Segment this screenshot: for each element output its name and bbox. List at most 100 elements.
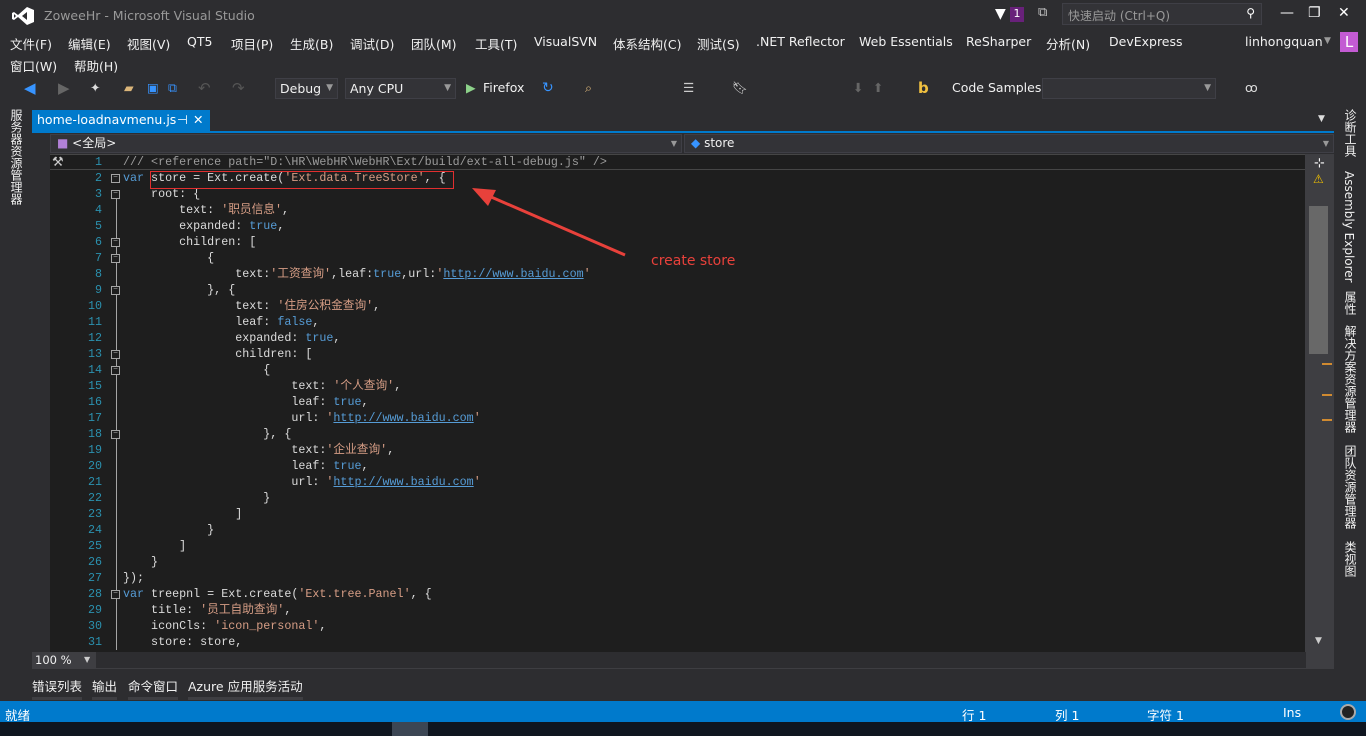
menu-edit[interactable]: 编辑(E) [68, 34, 111, 53]
code-line[interactable]: 27}); [50, 570, 1305, 586]
code-line[interactable]: 30 iconCls: 'icon_personal', [50, 618, 1305, 634]
code-line[interactable]: 17 url: 'http://www.baidu.com' [50, 410, 1305, 426]
close-button[interactable]: ✕ [1338, 5, 1350, 21]
menu-qt5[interactable]: QT5 [187, 34, 212, 49]
code-line[interactable]: 20 leaf: true, [50, 458, 1305, 474]
horizontal-scrollbar[interactable] [96, 652, 1306, 668]
code-line[interactable]: 6− children: [ [50, 234, 1305, 250]
document-tab[interactable]: home-loadnavmenu.js ⊣ ✕ [32, 110, 210, 131]
refresh-icon[interactable]: ↻ [542, 77, 554, 99]
collapse-icon[interactable]: − [111, 350, 120, 359]
tab-diagnostic-tools[interactable]: 诊断工具 [1342, 109, 1359, 157]
code-line[interactable]: 24 } [50, 522, 1305, 538]
warning-icon[interactable]: ⚠ [1313, 172, 1324, 186]
tab-properties[interactable]: 属性 [1342, 291, 1359, 315]
code-line[interactable]: 18− }, { [50, 426, 1305, 442]
tab-solution-explorer[interactable]: 解决方案资源管理器 [1342, 325, 1359, 433]
code-line[interactable]: 19 text:'企业查询', [50, 442, 1305, 458]
code-line[interactable]: 10 text: '住房公积金查询', [50, 298, 1305, 314]
notification-badge[interactable]: 1 [1010, 7, 1024, 22]
collapse-icon[interactable]: − [111, 590, 120, 599]
code-samples-input[interactable]: ▼ [1042, 78, 1216, 99]
collapse-icon[interactable]: − [111, 430, 120, 439]
code-line[interactable]: 21 url: 'http://www.baidu.com' [50, 474, 1305, 490]
menu-team[interactable]: 团队(M) [411, 34, 457, 53]
menu-file[interactable]: 文件(F) [10, 34, 52, 53]
menu-window[interactable]: 窗口(W) [10, 56, 57, 75]
menu-view[interactable]: 视图(V) [127, 34, 170, 53]
collapse-icon[interactable]: − [111, 366, 120, 375]
minimize-button[interactable]: — [1280, 5, 1294, 21]
menu-visualsvn[interactable]: VisualSVN [534, 34, 597, 49]
code-line[interactable]: 31 store: store, [50, 634, 1305, 650]
scrollbar-thumb[interactable] [1309, 206, 1328, 354]
code-line[interactable]: 1 /// <reference path="D:\HR\WebHR\WebHR\… [50, 154, 1305, 170]
menu-project[interactable]: 项目(P) [231, 34, 273, 53]
code-line[interactable]: 14− { [50, 362, 1305, 378]
code-line[interactable]: 5 expanded: true, [50, 218, 1305, 234]
menu-build[interactable]: 生成(B) [290, 34, 333, 53]
code-line[interactable]: 12 expanded: true, [50, 330, 1305, 346]
redo-icon[interactable]: ↷ [232, 77, 245, 99]
menu-web-essentials[interactable]: Web Essentials [859, 34, 953, 49]
close-icon[interactable]: ✕ [193, 112, 203, 127]
tab-overflow-icon[interactable]: ▼ [1318, 114, 1325, 124]
menu-resharper[interactable]: ReSharper [966, 34, 1031, 49]
zoom-level[interactable]: 100 % [35, 653, 72, 667]
code-line[interactable]: 13− children: [ [50, 346, 1305, 362]
search-icon[interactable]: ⚲ [1246, 6, 1255, 20]
server-explorer-tab[interactable]: 服务器资源管理器 [8, 109, 25, 205]
new-project-icon[interactable]: ✦ [90, 77, 100, 99]
bookmark-icon[interactable]: 🔖︎ [732, 77, 748, 99]
forward-icon[interactable]: ▶ [58, 77, 70, 99]
menu-help[interactable]: 帮助(H) [74, 56, 118, 75]
binoculars-icon[interactable]: ꝏ [1245, 77, 1258, 99]
code-line[interactable]: 22 } [50, 490, 1305, 506]
play-icon[interactable]: ▶ [466, 77, 476, 99]
tab-assembly-explorer[interactable]: Assembly Explorer [1342, 171, 1356, 283]
tab-output[interactable]: 输出 [92, 676, 118, 700]
collapse-icon[interactable]: − [111, 254, 120, 263]
user-dropdown-icon[interactable]: ▼ [1324, 36, 1331, 46]
run-target-button[interactable]: Firefox [483, 77, 524, 99]
code-line[interactable]: 25 ] [50, 538, 1305, 554]
scope-dropdown[interactable]: ■ <全局> ▼ [50, 134, 682, 153]
taskbar-item[interactable] [392, 722, 428, 736]
feedback-icon[interactable]: ⧉ [1038, 5, 1047, 20]
user-name[interactable]: linhongquan [1245, 34, 1323, 49]
open-file-icon[interactable]: ▰ [124, 77, 134, 99]
code-line[interactable]: 15 text: '个人查询', [50, 378, 1305, 394]
scroll-down-icon[interactable]: ▼ [1315, 636, 1322, 646]
code-line[interactable]: 23 ] [50, 506, 1305, 522]
undo-icon[interactable]: ↶ [198, 77, 211, 99]
menu-net-reflector[interactable]: .NET Reflector [756, 34, 845, 49]
chevron-down-icon[interactable]: ▼ [84, 655, 90, 664]
member-dropdown[interactable]: ◆ store ▼ [684, 134, 1334, 153]
arrow-down-icon[interactable]: ⬇ [853, 77, 863, 99]
split-icon[interactable]: ⊹ [1314, 156, 1325, 171]
bing-icon[interactable]: b [918, 77, 929, 99]
tab-command-window[interactable]: 命令窗口 [128, 676, 179, 700]
vertical-scrollbar[interactable]: ⊹ ⚠ ▼ [1305, 154, 1334, 652]
code-line[interactable]: 28− var treepnl = Ext.create('Ext.tree.Pa… [50, 586, 1305, 602]
tab-team-explorer[interactable]: 团队资源管理器 [1342, 445, 1359, 529]
configuration-select[interactable]: Debug ▼ [275, 78, 338, 99]
tab-error-list[interactable]: 错误列表 [32, 676, 83, 700]
tab-class-view[interactable]: 类视图 [1342, 541, 1359, 577]
filter-icon[interactable]: ▼ [995, 6, 1006, 22]
comment-icon[interactable]: ☰ [683, 77, 694, 99]
menu-tools[interactable]: 工具(T) [475, 34, 517, 53]
collapse-icon[interactable]: − [111, 286, 120, 295]
quick-launch-input[interactable]: 快速启动 (Ctrl+Q) ⚲ [1062, 3, 1262, 25]
menu-test[interactable]: 测试(S) [697, 34, 740, 53]
arrow-up-icon[interactable]: ⬆ [873, 77, 883, 99]
restore-button[interactable]: ❐ [1308, 5, 1321, 21]
collapse-icon[interactable]: − [111, 190, 120, 199]
code-line[interactable]: 16 leaf: true, [50, 394, 1305, 410]
menu-devexpress[interactable]: DevExpress [1109, 34, 1183, 49]
menu-architecture[interactable]: 体系结构(C) [613, 34, 681, 53]
find-in-files-icon[interactable]: ⌕ [585, 77, 592, 99]
pin-icon[interactable]: ⊣ [177, 112, 188, 127]
save-all-icon[interactable]: ⧉ [168, 77, 177, 99]
save-icon[interactable]: ▣ [147, 77, 159, 99]
